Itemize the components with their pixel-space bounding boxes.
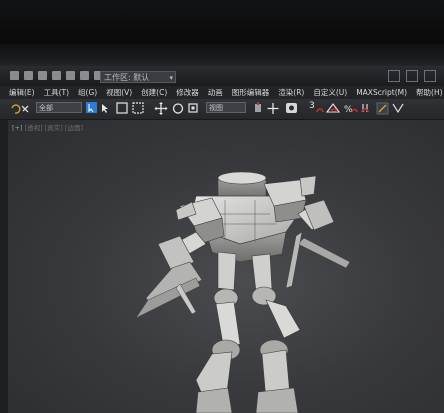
- left-leg[interactable]: [195, 251, 241, 413]
- robot-model: [135, 171, 351, 413]
- monitor-screen: 工作区: 默认 ▾ 编辑(E) 工具(T) 组(G) 视图(V) 创建(C) 修…: [0, 0, 444, 413]
- left-arm[interactable]: [135, 231, 207, 319]
